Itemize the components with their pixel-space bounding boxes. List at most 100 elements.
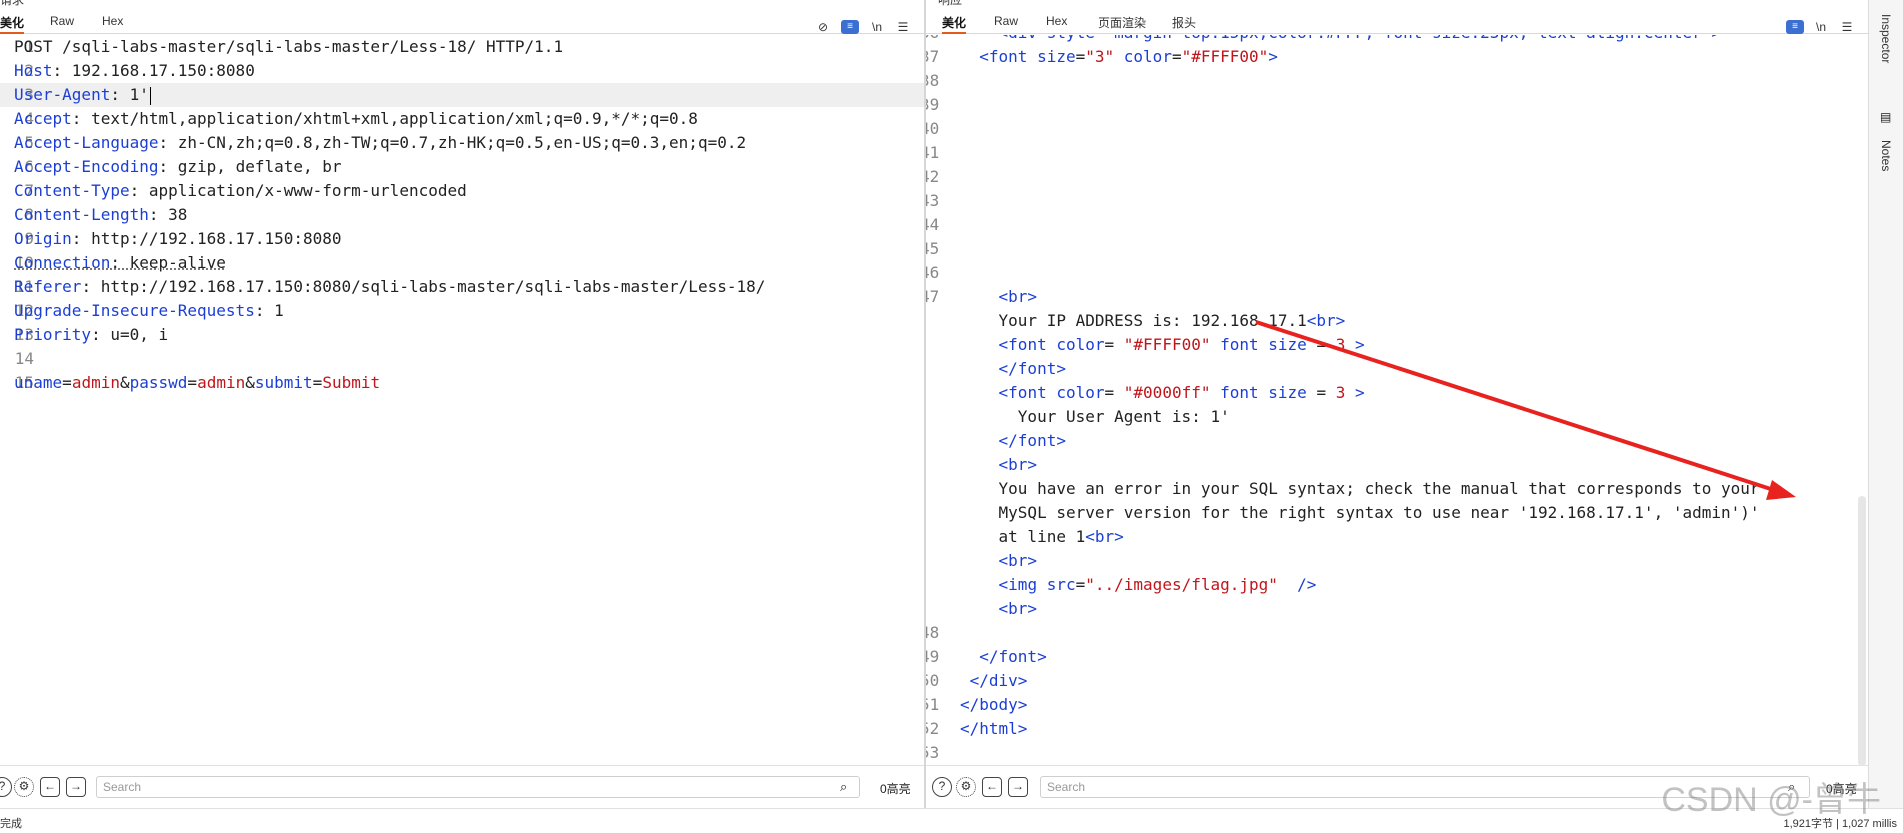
code-line[interactable]: 12 Upgrade-Insecure-Requests: 1 — [0, 299, 924, 323]
response-scrollbar[interactable] — [1858, 496, 1866, 766]
code-line[interactable]: 46 — [926, 261, 1868, 285]
code-line[interactable]: <br> — [926, 597, 1868, 621]
line-text: Referer: http://192.168.17.150:8080/sqli… — [14, 275, 765, 299]
code-line[interactable]: 40 — [926, 117, 1868, 141]
code-line[interactable]: 6 Accept-Encoding: gzip, deflate, br — [0, 155, 924, 179]
search-input[interactable]: Search — [96, 776, 860, 798]
line-text: Connection: keep-alive — [14, 251, 226, 275]
token: : keep-alive — [110, 253, 226, 272]
token: <br> — [960, 287, 1038, 306]
code-line[interactable]: Your User Agent is: 1' — [926, 405, 1868, 429]
code-line[interactable]: MySQL server version for the right synta… — [926, 501, 1868, 525]
code-line[interactable]: 51 </body> — [926, 693, 1868, 717]
tab-raw[interactable]: Raw — [994, 14, 1018, 28]
token: Upgrade-Insecure-Requests — [14, 301, 255, 320]
line-number: 40 — [926, 119, 940, 138]
code-line[interactable]: 44 — [926, 213, 1868, 237]
code-line[interactable]: 4 Accept: text/html,application/xhtml+xml… — [0, 107, 924, 131]
code-line[interactable]: </font> — [926, 357, 1868, 381]
code-line[interactable]: 37 <font size="3" color="#FFFF00"> — [926, 45, 1868, 69]
status-bar: 完成 1,921字节 | 1,027 millis — [0, 808, 1903, 833]
menu-icon[interactable]: ☰ — [1838, 20, 1856, 34]
code-line[interactable]: You have an error in your SQL syntax; ch… — [926, 477, 1868, 501]
token: <br> — [960, 599, 1038, 618]
tab-pretty[interactable]: 美化 — [0, 14, 24, 31]
code-line[interactable]: </font> — [926, 429, 1868, 453]
code-line[interactable]: 41 — [926, 141, 1868, 165]
settings-gear-icon[interactable]: ⚙ — [14, 777, 34, 797]
code-line[interactable]: 47 <br> — [926, 285, 1868, 309]
code-line[interactable]: 15 uname=admin&passwd=admin&submit=Submit — [0, 371, 924, 395]
code-line[interactable]: at line 1<br> — [926, 525, 1868, 549]
code-line[interactable]: <font color= "#0000ff" font size = 3 > — [926, 381, 1868, 405]
code-line[interactable]: 11 Referer: http://192.168.17.150:8080/sq… — [0, 275, 924, 299]
token: "#0000ff" — [1123, 383, 1221, 402]
code-line[interactable]: 8 Content-Length: 38 — [0, 203, 924, 227]
tab-hex[interactable]: Hex — [102, 14, 123, 28]
wrap-lines-icon[interactable]: ≡ — [841, 20, 859, 34]
tab-active-indicator — [0, 32, 24, 34]
code-line[interactable]: 36 <div style="margin-top:15px;color:#FF… — [926, 35, 1868, 45]
token: = — [1104, 383, 1124, 402]
help-icon[interactable]: ? — [932, 777, 952, 797]
tab-headers[interactable]: 报头 — [1172, 14, 1196, 31]
code-line[interactable]: 38 — [926, 69, 1868, 93]
menu-icon[interactable]: ☰ — [894, 20, 912, 34]
line-text: Your IP ADDRESS is: 192.168.17.1<br> — [960, 309, 1346, 333]
code-line[interactable]: 48 — [926, 621, 1868, 645]
token: : text/html,application/xhtml+xml,applic… — [71, 109, 698, 128]
token: passwd — [129, 373, 188, 392]
tab-hex[interactable]: Hex — [1046, 14, 1067, 28]
back-arrow-icon[interactable]: ← — [982, 777, 1002, 797]
tab-render[interactable]: 页面渲染 — [1098, 14, 1146, 31]
forward-arrow-icon[interactable]: → — [1008, 777, 1028, 797]
line-number: 45 — [926, 239, 940, 258]
code-line[interactable]: 3 User-Agent: 1' — [0, 83, 924, 107]
code-line[interactable]: <br> — [926, 453, 1868, 477]
tab-pretty[interactable]: 美化 — [942, 14, 966, 31]
code-line[interactable]: 39 — [926, 93, 1868, 117]
code-line[interactable]: 49 </font> — [926, 645, 1868, 669]
line-number: 48 — [926, 623, 940, 642]
settings-gear-icon[interactable]: ⚙ — [956, 777, 976, 797]
token: < — [960, 335, 1009, 354]
code-line[interactable]: 10 Connection: keep-alive — [0, 251, 924, 275]
newline-toggle[interactable]: \n — [868, 20, 886, 34]
code-line[interactable]: 5 Accept-Language: zh-CN,zh;q=0.8,zh-TW;q… — [0, 131, 924, 155]
token: & — [119, 373, 130, 392]
request-pane: 请求 美化 Raw Hex ⊘ ≡ \n ☰ 1 POST /sqli-labs-… — [0, 0, 924, 833]
notes-tab[interactable]: Notes — [1879, 140, 1893, 171]
tab-raw[interactable]: Raw — [50, 14, 74, 28]
code-line[interactable]: 52 </html> — [926, 717, 1868, 741]
wrap-lines-icon[interactable]: ≡ — [1786, 20, 1804, 34]
newline-toggle[interactable]: \n — [1812, 20, 1830, 34]
status-text: 完成 — [0, 818, 22, 830]
code-line[interactable]: 14 — [0, 347, 924, 371]
code-line[interactable]: <img src="../images/flag.jpg" /> — [926, 573, 1868, 597]
request-editor[interactable]: 1 POST /sqli-labs-master/sqli-labs-master… — [0, 35, 924, 763]
notes-icon[interactable]: ▤ — [1880, 110, 1891, 124]
line-number: 46 — [926, 263, 940, 282]
code-line[interactable]: 50 </div> — [926, 669, 1868, 693]
code-line[interactable]: <br> — [926, 549, 1868, 573]
code-line[interactable]: Your IP ADDRESS is: 192.168.17.1<br> — [926, 309, 1868, 333]
code-line[interactable]: 1 POST /sqli-labs-master/sqli-labs-master… — [0, 35, 924, 59]
line-text: uname=admin&passwd=admin&submit=Submit — [14, 371, 380, 395]
code-line[interactable]: 43 — [926, 189, 1868, 213]
hide-eye-icon[interactable]: ⊘ — [814, 20, 832, 34]
token: 3 — [1335, 383, 1355, 402]
code-line[interactable]: 53 — [926, 741, 1868, 763]
code-line[interactable]: 45 — [926, 237, 1868, 261]
response-editor[interactable]: 36 <div style="margin-top:15px;color:#FF… — [926, 35, 1868, 763]
text-caret — [149, 86, 151, 105]
inspector-tab[interactable]: Inspector — [1879, 14, 1893, 63]
help-icon[interactable]: ? — [0, 777, 12, 797]
code-line[interactable]: <font color= "#FFFF00" font size = 3 > — [926, 333, 1868, 357]
back-arrow-icon[interactable]: ← — [40, 777, 60, 797]
code-line[interactable]: 13 Priority: u=0, i — [0, 323, 924, 347]
code-line[interactable]: 7 Content-Type: application/x-www-form-ur… — [0, 179, 924, 203]
forward-arrow-icon[interactable]: → — [66, 777, 86, 797]
code-line[interactable]: 42 — [926, 165, 1868, 189]
code-line[interactable]: 9 Origin: http://192.168.17.150:8080 — [0, 227, 924, 251]
code-line[interactable]: 2 Host: 192.168.17.150:8080 — [0, 59, 924, 83]
